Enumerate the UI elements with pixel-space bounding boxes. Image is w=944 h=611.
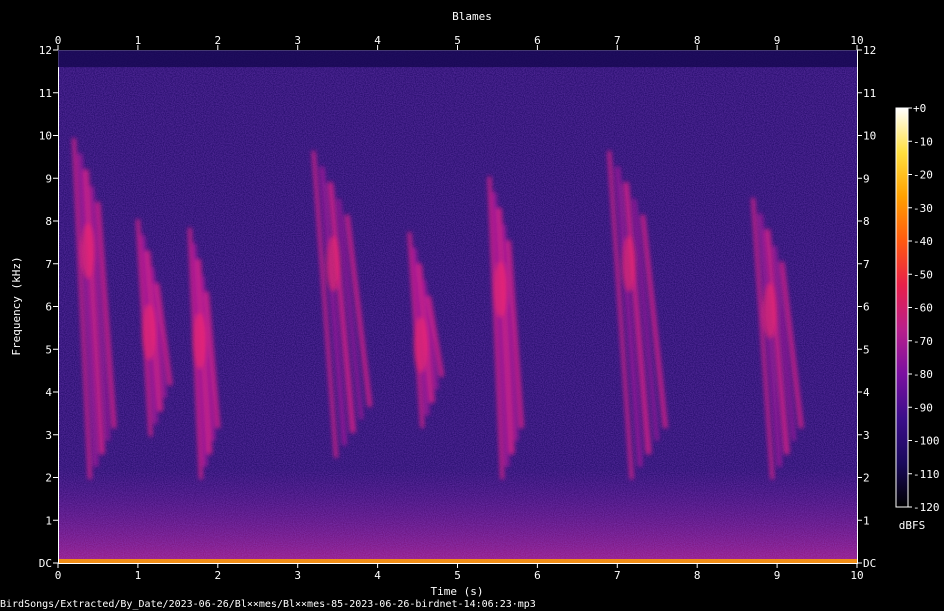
- colorbar-tick-label: -50: [913, 268, 933, 281]
- y-axis-label: Frequency (kHz): [10, 256, 23, 355]
- y-axis-right: DC123456789101112: [857, 44, 876, 570]
- x-tick-label-top: 3: [294, 34, 301, 47]
- x-tick-label-bottom: 3: [294, 569, 301, 582]
- colorbar-unit: dBFS: [899, 519, 926, 532]
- y-tick-label-left: 12: [39, 44, 52, 57]
- x-tick-label-bottom: 6: [534, 569, 541, 582]
- y-tick-label-right: 12: [863, 44, 876, 57]
- y-tick-label-right: 11: [863, 87, 876, 100]
- x-tick-label-bottom: 10: [850, 569, 863, 582]
- plot-area: [58, 50, 858, 564]
- call-hotspot: [80, 222, 95, 279]
- spectrogram-window: Blames 0 1 2 3 4 5 6 7 8 9 10 0 1 2 3 4 5 6 7 8 9 10 DC 1 2 3 4 5…: [0, 0, 944, 611]
- call-hotspot: [493, 261, 508, 318]
- noise-texture: [58, 50, 857, 563]
- colorbar-tick-label: -90: [913, 401, 933, 414]
- x-tick-label-bottom: 8: [694, 569, 701, 582]
- colorbar: +0 -10 -20 -30 -40 -50 -60 -70 -80 -90 -100 -110 -12…: [895, 102, 940, 532]
- y-tick-label-left: DC: [39, 557, 52, 570]
- y-tick-label-left: 1: [45, 514, 52, 527]
- dc-band: [58, 559, 857, 563]
- x-tick-label-bottom: 4: [374, 569, 381, 582]
- colorbar-tick-label: -110: [913, 468, 940, 481]
- y-tick-label-left: 8: [45, 215, 52, 228]
- y-tick-label-left: 5: [45, 343, 52, 356]
- x-tick-label-top: 1: [135, 34, 142, 47]
- colorbar-ticks: +0 -10 -20 -30 -40 -50 -60 -70 -80 -90 -100 -110 -12…: [908, 102, 940, 514]
- call-hotspot: [142, 304, 157, 361]
- y-tick-label-left: 9: [45, 172, 52, 185]
- y-tick-label-left: 2: [45, 472, 52, 485]
- x-tick-label-bottom: 9: [774, 569, 781, 582]
- colorbar-tick-label: -70: [913, 335, 933, 348]
- x-tick-label-bottom: 5: [454, 569, 461, 582]
- y-tick-label-right: 6: [863, 301, 870, 314]
- x-axis-bottom: 0 1 2 3 4 5 6 7 8 9 10: [55, 563, 864, 582]
- colorbar-tick-label: -120: [913, 501, 940, 514]
- chart-title: Blames: [452, 10, 492, 23]
- y-tick-label-right: 9: [863, 172, 870, 185]
- y-tick-label-right: 4: [863, 386, 870, 399]
- spectrogram-chart: Blames 0 1 2 3 4 5 6 7 8 9 10 0 1 2 3 4 5 6 7 8 9 10 DC12345…: [10, 10, 940, 598]
- y-tick-label-right: 8: [863, 215, 870, 228]
- y-tick-label-right: DC: [863, 557, 876, 570]
- y-tick-label-right: 3: [863, 429, 870, 442]
- colorbar-tick-label: +0: [913, 102, 926, 115]
- x-tick-label-top: 0: [55, 34, 62, 47]
- y-tick-label-right: 10: [863, 130, 876, 143]
- y-tick-label-left: 11: [39, 87, 52, 100]
- x-tick-label-bottom: 2: [214, 569, 221, 582]
- x-tick-label-top: 7: [614, 34, 621, 47]
- x-tick-label-top: 9: [774, 34, 781, 47]
- call-hotspot: [192, 312, 207, 369]
- colorbar-tick-label: -80: [913, 368, 933, 381]
- x-tick-label-top: 5: [454, 34, 461, 47]
- y-tick-label-left: 4: [45, 386, 52, 399]
- call-hotspot: [413, 316, 428, 373]
- x-axis-top: 0 1 2 3 4 5 6 7 8 9 10: [55, 34, 864, 50]
- x-tick-label-bottom: 0: [55, 569, 62, 582]
- call-hotspot: [621, 235, 636, 292]
- call-hotspot: [326, 235, 341, 292]
- colorbar-tick-label: -40: [913, 235, 933, 248]
- x-tick-label-bottom: 1: [135, 569, 142, 582]
- y-tick-label-left: 6: [45, 301, 52, 314]
- y-tick-label-left: 7: [45, 258, 52, 271]
- y-tick-label-right: 1: [863, 514, 870, 527]
- x-tick-label-top: 4: [374, 34, 381, 47]
- x-tick-label-top: 10: [850, 34, 863, 47]
- colorbar-tick-label: -60: [913, 302, 933, 315]
- x-tick-label-bottom: 7: [614, 569, 621, 582]
- y-tick-label-right: 5: [863, 343, 870, 356]
- x-tick-label-top: 2: [214, 34, 221, 47]
- colorbar-gradient: [895, 107, 909, 508]
- colorbar-tick-label: -20: [913, 169, 933, 182]
- x-axis-label: Time (s): [431, 585, 484, 598]
- x-tick-label-top: 6: [534, 34, 541, 47]
- y-tick-label-right: 7: [863, 258, 870, 271]
- x-tick-label-top: 8: [694, 34, 701, 47]
- file-path-footer: BirdSongs/Extracted/By_Date/2023-06-26/B…: [0, 599, 536, 610]
- colorbar-tick-label: -100: [913, 435, 940, 448]
- spectrum-cutoff-band: [58, 50, 857, 68]
- call-hotspot: [762, 282, 777, 339]
- y-tick-label-right: 2: [863, 472, 870, 485]
- y-tick-label-left: 3: [45, 429, 52, 442]
- colorbar-tick-label: -10: [913, 135, 933, 148]
- colorbar-tick-label: -30: [913, 202, 933, 215]
- y-tick-label-left: 10: [39, 130, 52, 143]
- y-axis-left: DC123456789101112: [39, 44, 58, 570]
